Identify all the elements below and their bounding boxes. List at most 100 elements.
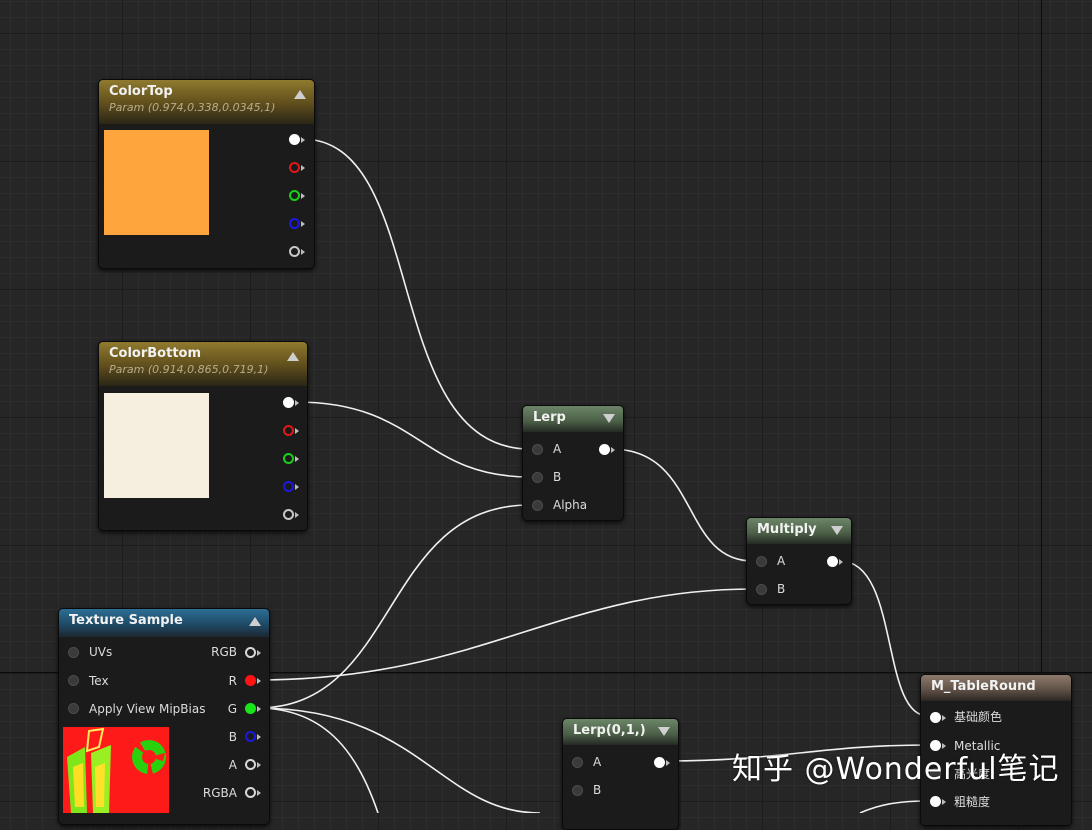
- pin-arrow-icon: [257, 734, 261, 740]
- node-title: Texture Sample: [69, 613, 183, 628]
- output-pin-a[interactable]: [283, 509, 294, 520]
- node-header[interactable]: ColorTop Param (0.974,0.338,0.0345,1): [99, 80, 314, 124]
- input-pin-alpha[interactable]: [532, 500, 543, 511]
- pin-label-b: B: [777, 582, 786, 596]
- watermark-text: 知乎 @Wonderful笔记: [732, 752, 1060, 787]
- node-subtitle: Param (0.974,0.338,0.0345,1): [109, 101, 276, 114]
- pin-label-b: B: [228, 730, 237, 744]
- output-pin-rgba[interactable]: [283, 397, 294, 408]
- input-pin-tex[interactable]: [68, 675, 79, 686]
- input-pin-b[interactable]: [756, 584, 767, 595]
- output-pin-rgb[interactable]: [245, 647, 256, 658]
- pin-arrow-icon: [257, 678, 261, 684]
- output-pin-a[interactable]: [245, 759, 256, 770]
- node-title: Lerp: [533, 410, 566, 425]
- node-colorbottom[interactable]: ColorBottom Param (0.914,0.865,0.719,1): [98, 341, 308, 531]
- texture-preview-thumbnail: [63, 727, 169, 813]
- pin-arrow-icon: [295, 484, 299, 490]
- node-colortop[interactable]: ColorTop Param (0.974,0.338,0.0345,1): [98, 79, 315, 269]
- input-pin-a[interactable]: [532, 444, 543, 455]
- collapse-toggle-icon[interactable]: [294, 90, 306, 99]
- material-graph-canvas[interactable]: ColorTop Param (0.974,0.338,0.0345,1) Co…: [0, 0, 1092, 830]
- output-pin-rgba[interactable]: [245, 787, 256, 798]
- wire-lerp-to-multiply-a: [610, 448, 754, 562]
- node-title: Lerp(0,1,): [573, 723, 646, 738]
- pin-label-mipbias: Apply View MipBias: [89, 702, 206, 716]
- color-swatch-cream: [104, 393, 209, 498]
- input-pin-uvs[interactable]: [68, 647, 79, 658]
- pin-label-roughness: 粗糙度: [954, 795, 991, 809]
- collapse-toggle-icon[interactable]: [603, 414, 615, 423]
- output-pin-r[interactable]: [245, 675, 256, 686]
- node-title: ColorBottom: [109, 346, 202, 361]
- output-pin-result[interactable]: [654, 757, 665, 768]
- wire-g-to-lerp01-a: [256, 707, 541, 813]
- pin-arrow-icon: [257, 706, 261, 712]
- input-pin-b[interactable]: [532, 472, 543, 483]
- wire-colortop-to-lerp-a: [301, 138, 531, 450]
- node-header[interactable]: Texture Sample: [59, 609, 269, 637]
- pin-arrow-icon: [301, 193, 305, 199]
- output-pin-r[interactable]: [283, 425, 294, 436]
- output-pin-b[interactable]: [245, 731, 256, 742]
- output-pin-rgba[interactable]: [289, 134, 300, 145]
- pin-arrow-icon: [942, 799, 946, 805]
- node-header[interactable]: Lerp(0,1,): [563, 719, 678, 745]
- input-pin-mipbias[interactable]: [68, 703, 79, 714]
- pin-label-base-color: 基础颜色: [954, 710, 1003, 724]
- pin-arrow-icon: [301, 165, 305, 171]
- output-pin-g[interactable]: [289, 190, 300, 201]
- node-header[interactable]: ColorBottom Param (0.914,0.865,0.719,1): [99, 342, 307, 386]
- node-texture-sample[interactable]: Texture Sample UVs Tex Apply View MipBia…: [58, 608, 270, 825]
- node-header[interactable]: Multiply: [747, 518, 851, 544]
- pin-label-rgb: RGB: [211, 645, 237, 659]
- node-title: ColorTop: [109, 84, 173, 99]
- wire-multiply-to-material-basecolor: [839, 560, 929, 717]
- node-header[interactable]: Lerp: [523, 406, 623, 432]
- collapse-toggle-icon[interactable]: [831, 526, 843, 535]
- collapse-toggle-icon[interactable]: [658, 727, 670, 736]
- color-swatch-orange: [104, 130, 209, 235]
- input-pin-b[interactable]: [572, 785, 583, 796]
- pin-arrow-icon: [295, 428, 299, 434]
- output-pin-b[interactable]: [289, 218, 300, 229]
- collapse-toggle-icon[interactable]: [249, 617, 261, 626]
- pin-label-a: A: [593, 755, 602, 769]
- pin-label-b: B: [553, 470, 562, 484]
- wire-to-roughness: [859, 800, 929, 813]
- output-pin-result[interactable]: [827, 556, 838, 567]
- pin-arrow-icon: [839, 559, 843, 565]
- pin-label-a: A: [553, 442, 562, 456]
- output-pin-a[interactable]: [289, 246, 300, 257]
- input-pin-a[interactable]: [572, 757, 583, 768]
- node-title: Multiply: [757, 522, 817, 537]
- output-pin-g[interactable]: [245, 703, 256, 714]
- pin-arrow-icon: [942, 715, 946, 721]
- node-multiply[interactable]: Multiply A B: [746, 517, 852, 605]
- pin-arrow-icon: [295, 512, 299, 518]
- pin-arrow-icon: [295, 456, 299, 462]
- pin-arrow-icon: [611, 447, 615, 453]
- input-pin-base-color[interactable]: [930, 712, 941, 723]
- input-pin-a[interactable]: [756, 556, 767, 567]
- pin-label-rgba: RGBA: [202, 786, 237, 800]
- pin-label-alpha: Alpha: [553, 498, 588, 512]
- collapse-toggle-icon[interactable]: [287, 352, 299, 361]
- node-header[interactable]: M_TableRound: [921, 675, 1071, 701]
- pin-label-g: G: [227, 702, 237, 716]
- node-lerp-0-1[interactable]: Lerp(0,1,) A B: [562, 718, 679, 830]
- pin-label-r: R: [228, 674, 237, 688]
- input-pin-roughness[interactable]: [930, 796, 941, 807]
- pin-label-uvs: UVs: [89, 645, 113, 659]
- pin-label-tex: Tex: [89, 674, 109, 688]
- pin-arrow-icon: [257, 650, 261, 656]
- node-lerp[interactable]: Lerp A B Alpha: [522, 405, 624, 521]
- pin-arrow-icon: [301, 249, 305, 255]
- pin-arrow-icon: [301, 137, 305, 143]
- output-pin-b[interactable]: [283, 481, 294, 492]
- output-pin-r[interactable]: [289, 162, 300, 173]
- wire-colorbottom-to-lerp-b: [295, 401, 531, 478]
- output-pin-result[interactable]: [599, 444, 610, 455]
- wire-g-down: [256, 707, 379, 813]
- output-pin-g[interactable]: [283, 453, 294, 464]
